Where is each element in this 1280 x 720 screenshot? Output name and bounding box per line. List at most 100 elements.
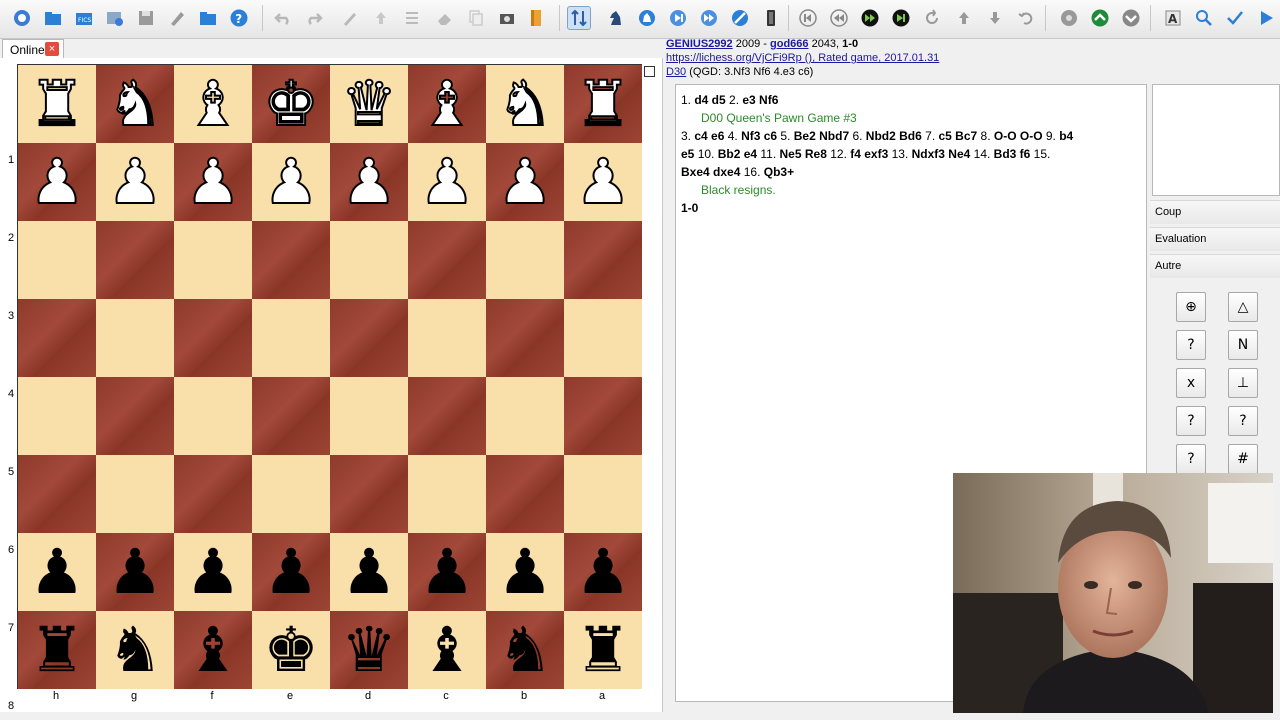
symbol-button[interactable]: N (1228, 330, 1258, 360)
board-square[interactable] (330, 299, 408, 377)
board-square[interactable]: ♛ (330, 611, 408, 689)
white-knight-icon[interactable]: ♞ (106, 72, 164, 136)
move-text[interactable]: Qb3+ (764, 165, 794, 179)
web-icon[interactable] (103, 6, 127, 30)
symbol-button[interactable]: ? (1176, 444, 1206, 474)
board-square[interactable] (18, 455, 96, 533)
black-rook-icon[interactable]: ♜ (575, 619, 631, 681)
move-text[interactable]: Ne5 Re8 (780, 147, 831, 161)
board-square[interactable] (408, 455, 486, 533)
clock-icon[interactable] (759, 6, 783, 30)
open-folder-icon[interactable] (41, 6, 65, 30)
board-square[interactable]: ♟ (96, 143, 174, 221)
board-square[interactable] (252, 377, 330, 455)
undo-nav-icon[interactable] (1014, 6, 1038, 30)
section-coup[interactable]: Coup (1150, 200, 1280, 224)
white-rook-icon[interactable]: ♜ (28, 72, 86, 136)
edit-icon[interactable] (338, 6, 362, 30)
move-text[interactable]: e5 (681, 147, 698, 161)
white-rook-icon[interactable]: ♜ (574, 72, 632, 136)
board-square[interactable] (174, 377, 252, 455)
white-knight-icon[interactable]: ♞ (496, 72, 554, 136)
white-king-icon[interactable]: ♚ (262, 72, 320, 136)
move-text[interactable]: Bxe4 dxe4 (681, 165, 744, 179)
black-rook-icon[interactable]: ♜ (29, 619, 85, 681)
board-square[interactable] (486, 377, 564, 455)
list-icon[interactable] (400, 6, 424, 30)
knight-arrow-icon[interactable] (635, 6, 659, 30)
board-square[interactable] (174, 221, 252, 299)
board-square[interactable]: ♟ (18, 533, 96, 611)
refresh-icon[interactable] (920, 6, 944, 30)
chess-board[interactable]: ♜ ♞ ♝ ♚ ♛ ♝ ♞ ♜ ♟ ♟ ♟ ♟ ♟ ♟ ♟ ♟ ♟ ♟ ♟ ♟ ♟ ♟ ♟ ♟ ♜ ♞ ♝ ♚ ♛ ♝ ♞ ♜ (17, 64, 642, 689)
symbol-button[interactable]: ? (1176, 406, 1206, 436)
board-square[interactable]: ♟ (18, 143, 96, 221)
board-square[interactable] (564, 221, 642, 299)
move-text[interactable]: Nbd2 Bd6 (866, 129, 925, 143)
redo-icon[interactable] (302, 6, 326, 30)
close-icon[interactable]: × (45, 42, 59, 56)
move-text[interactable]: f4 exf3 (850, 147, 891, 161)
black-pawn-icon[interactable]: ♟ (107, 541, 163, 603)
board-square[interactable] (18, 221, 96, 299)
symbol-button[interactable]: ? (1228, 406, 1258, 436)
board-square[interactable] (564, 377, 642, 455)
board-square[interactable]: ♝ (174, 65, 252, 143)
board-square[interactable]: ♜ (564, 65, 642, 143)
eco-code-link[interactable]: D30 (666, 66, 686, 78)
move-text[interactable]: b4 (1059, 129, 1073, 143)
help-icon[interactable]: ? (227, 6, 251, 30)
book-icon[interactable] (524, 6, 548, 30)
board-square[interactable]: ♟ (252, 533, 330, 611)
black-knight-icon[interactable]: ♞ (107, 619, 163, 681)
board-square[interactable]: ♛ (330, 65, 408, 143)
board-square[interactable]: ♟ (564, 533, 642, 611)
symbol-button[interactable]: x (1176, 368, 1206, 398)
black-pawn-icon[interactable]: ♟ (185, 541, 241, 603)
eraser-icon[interactable] (433, 6, 457, 30)
white-pawn-icon[interactable]: ♟ (184, 150, 242, 214)
board-square[interactable]: ♜ (18, 611, 96, 689)
board-square[interactable]: ♝ (408, 65, 486, 143)
board-square[interactable]: ♜ (564, 611, 642, 689)
white-pawn-icon[interactable]: ♟ (340, 150, 398, 214)
no-entry-icon[interactable] (728, 6, 752, 30)
board-square[interactable]: ♟ (408, 533, 486, 611)
black-pawn-icon[interactable]: ♟ (497, 541, 553, 603)
white-pawn-icon[interactable]: ♟ (574, 150, 632, 214)
board-square[interactable] (486, 455, 564, 533)
board-square[interactable] (486, 299, 564, 377)
engine-icon[interactable] (1057, 6, 1081, 30)
board-square[interactable] (330, 455, 408, 533)
white-player-link[interactable]: GENIUS2992 (666, 38, 733, 50)
board-square[interactable] (408, 377, 486, 455)
first-move-icon[interactable] (796, 6, 820, 30)
black-king-icon[interactable]: ♚ (263, 619, 319, 681)
white-pawn-icon[interactable]: ♟ (496, 150, 554, 214)
board-square[interactable]: ♚ (252, 611, 330, 689)
board-square[interactable]: ♞ (486, 65, 564, 143)
move-text[interactable]: c4 e6 (694, 129, 727, 143)
folder-icon[interactable] (196, 6, 220, 30)
text-size-icon[interactable]: A (1161, 6, 1185, 30)
symbol-button[interactable]: ⊕ (1176, 292, 1206, 322)
white-pawn-icon[interactable]: ♟ (262, 150, 320, 214)
board-square[interactable]: ♟ (174, 143, 252, 221)
board-square[interactable] (564, 455, 642, 533)
board-orientation-toggle[interactable] (644, 66, 655, 77)
board-square[interactable]: ♞ (96, 65, 174, 143)
symbol-button[interactable]: △ (1228, 292, 1258, 322)
white-pawn-icon[interactable]: ♟ (106, 150, 164, 214)
fast-forward-icon[interactable] (697, 6, 721, 30)
board-square[interactable] (96, 299, 174, 377)
fics-icon[interactable]: FICS (72, 6, 96, 30)
board-square[interactable] (174, 455, 252, 533)
board-square[interactable]: ♚ (252, 65, 330, 143)
board-square[interactable]: ♟ (96, 533, 174, 611)
prev-move-icon[interactable] (827, 6, 851, 30)
move-text[interactable]: Ndxf3 Ne4 (912, 147, 974, 161)
black-pawn-icon[interactable]: ♟ (419, 541, 475, 603)
board-square[interactable] (96, 221, 174, 299)
board-square[interactable] (18, 299, 96, 377)
board-square[interactable] (96, 455, 174, 533)
